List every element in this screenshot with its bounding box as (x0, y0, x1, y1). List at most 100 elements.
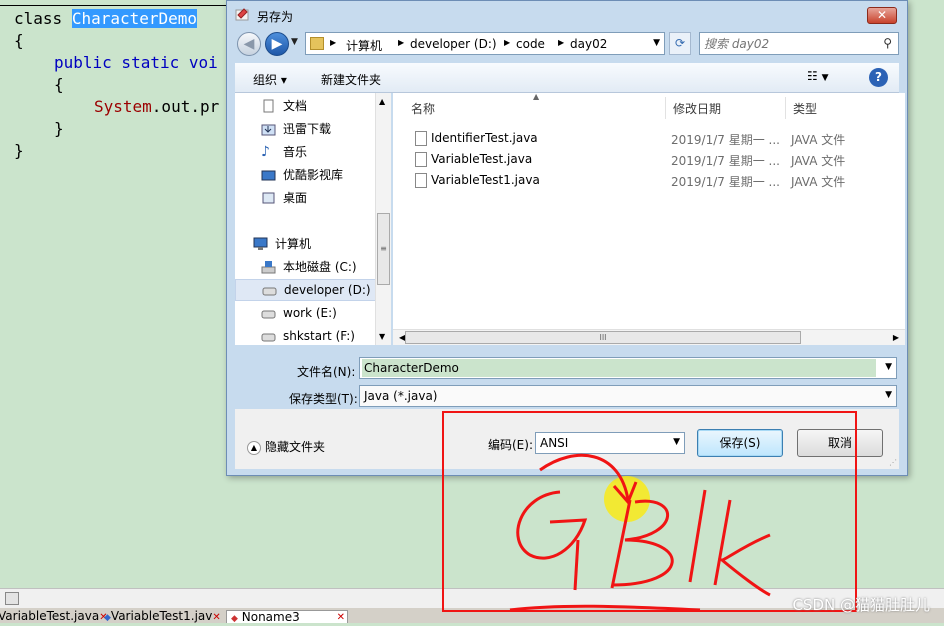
documents-icon (261, 99, 276, 113)
nav-label: 优酷影视库 (283, 168, 344, 182)
tab-label: VariableTest1.jav (110, 609, 213, 623)
column-header-date[interactable]: 修改日期 (673, 100, 721, 117)
nav-label: 计算机 (275, 237, 312, 251)
chevron-down-icon[interactable]: ▼ (673, 437, 680, 447)
file-name: IdentifierTest.java (431, 131, 538, 145)
code-line-5-rest: .out.pr (151, 97, 220, 116)
encoding-select[interactable]: ANSI ▼ (535, 432, 685, 454)
file-row[interactable]: VariableTest.java 2019/1/7 星期一 ... JAVA … (409, 150, 889, 170)
close-icon[interactable]: ✕ (212, 612, 220, 623)
tab-noname3[interactable]: ◆ Noname3 ✕ (226, 610, 348, 624)
scroll-down-icon[interactable]: ▼ (379, 332, 385, 341)
file-row[interactable]: VariableTest1.java 2019/1/7 星期一 ... JAVA… (409, 171, 889, 191)
chevron-right-icon[interactable]: ▶ (558, 38, 564, 47)
file-list-pane: 名称 ▲ 修改日期 类型 IdentifierTest.java 2019/1/… (393, 92, 905, 345)
save-button[interactable]: 保存(S) (697, 429, 783, 457)
forward-button[interactable]: ▶ (265, 32, 289, 56)
file-date: 2019/1/7 星期一 ... (671, 175, 780, 189)
back-button[interactable]: ◀ (237, 32, 261, 56)
cursor-highlight (604, 476, 650, 522)
search-input[interactable] (704, 35, 874, 52)
tab-variabletest1[interactable]: ◆VariableTest1.jav✕ (100, 609, 225, 624)
filename-label: 文件名(N): (297, 365, 356, 379)
scroll-thumb[interactable]: ≡ (377, 213, 390, 285)
code-line-1: class CharacterDemo (14, 8, 198, 30)
drive-icon (261, 306, 276, 320)
column-divider[interactable] (665, 97, 666, 119)
chevron-down-icon[interactable]: ▼ (885, 362, 892, 372)
close-icon: ✕ (876, 8, 888, 22)
help-button[interactable]: ? (869, 68, 888, 87)
history-dropdown-icon[interactable]: ▼ (291, 37, 298, 47)
file-list-scrollbar[interactable]: ◀ III ▶ (393, 329, 905, 345)
hide-folders-toggle[interactable]: ▲ 隐藏文件夹 (247, 438, 325, 455)
search-box[interactable]: ⚲ (699, 32, 899, 55)
scroll-thumb[interactable] (5, 592, 19, 605)
selected-class-name: CharacterDemo (71, 9, 198, 28)
organize-menu[interactable]: 组织 ▾ (253, 71, 287, 88)
file-type: JAVA 文件 (791, 154, 846, 168)
close-button[interactable]: ✕ (867, 7, 897, 24)
arrow-left-icon: ◀ (243, 36, 255, 52)
nav-label: 桌面 (283, 191, 308, 205)
editor-ruler (0, 0, 230, 6)
tab-label: VariableTest.java (0, 609, 100, 623)
filename-field[interactable]: CharacterDemo ▼ (359, 357, 897, 379)
keyword-class: class (14, 9, 63, 28)
drive-icon (262, 283, 277, 297)
chevron-up-icon: ▲ (247, 440, 261, 455)
breadcrumb-code[interactable]: code (516, 37, 545, 51)
address-bar[interactable]: ▶ 计算机 ▶ developer (D:) ▶ code ▶ day02 ▼ (305, 32, 665, 55)
search-icon[interactable]: ⚲ (883, 36, 892, 50)
cancel-button[interactable]: 取消 (797, 429, 883, 457)
code-line-3: public static voi (54, 53, 218, 72)
chevron-right-icon[interactable]: ▶ (398, 38, 404, 47)
filetype-select[interactable]: Java (*.java) ▼ (359, 385, 897, 407)
command-toolbar: 组织 ▾ 新建文件夹 ☷ ▼ ? (235, 63, 899, 93)
java-file-icon: ◆ (104, 613, 111, 623)
chevron-right-icon[interactable]: ▶ (330, 38, 336, 47)
chevron-down-icon[interactable]: ▼ (653, 38, 660, 48)
tab-variabletest[interactable]: VariableTest.java✕ (0, 609, 112, 624)
breadcrumb-drive[interactable]: developer (D:) (410, 37, 497, 51)
java-file-icon (415, 131, 427, 146)
dialog-titlebar[interactable]: 另存为 ✕ (227, 1, 907, 29)
scroll-thumb[interactable]: III (405, 331, 801, 344)
column-header-type[interactable]: 类型 (793, 100, 817, 117)
scroll-up-icon[interactable]: ▲ (379, 97, 385, 106)
nav-item-drive-d[interactable]: developer (D:) (235, 279, 377, 301)
refresh-button[interactable]: ⟳ (669, 32, 691, 55)
column-divider[interactable] (785, 97, 786, 119)
tab-label: Noname3 (241, 610, 300, 624)
sort-up-icon: ▲ (533, 92, 540, 101)
scroll-right-icon[interactable]: ▶ (893, 333, 899, 342)
java-file-icon (415, 152, 427, 167)
chevron-right-icon[interactable]: ▶ (504, 38, 510, 47)
list-view-icon: ☷ (807, 69, 818, 83)
save-as-dialog: 另存为 ✕ ◀ ▶ ▼ ▶ 计算机 ▶ developer (D:) ▶ cod… (226, 0, 908, 476)
encoding-value: ANSI (540, 436, 569, 450)
file-name: VariableTest.java (431, 152, 533, 166)
close-icon[interactable]: ✕ (337, 611, 345, 624)
nav-label: shkstart (F:) (283, 329, 355, 343)
windows-drive-icon (261, 260, 276, 274)
filename-input[interactable]: CharacterDemo (364, 361, 459, 375)
chevron-down-icon[interactable]: ▼ (885, 390, 892, 400)
nav-label: developer (D:) (284, 283, 371, 297)
new-folder-button[interactable]: 新建文件夹 (321, 71, 381, 88)
resize-grip-icon[interactable]: ⋰ (889, 458, 897, 467)
drive-icon (261, 329, 276, 343)
dialog-footer: ▲ 隐藏文件夹 编码(E): ANSI ▼ 保存(S) 取消 ⋰ (235, 409, 899, 469)
breadcrumb-day02[interactable]: day02 (570, 37, 607, 51)
java-file-icon (415, 173, 427, 188)
file-row[interactable]: IdentifierTest.java 2019/1/7 星期一 ... JAV… (409, 129, 889, 149)
system-class: System (94, 97, 152, 116)
view-options-button[interactable]: ☷ ▼ (807, 69, 847, 87)
file-name: VariableTest1.java (431, 173, 540, 187)
chevron-down-icon: ▼ (821, 73, 829, 83)
filetype-value: Java (*.java) (364, 389, 438, 403)
nav-scrollbar[interactable]: ▲ ≡ ▼ (375, 93, 391, 345)
breadcrumb-computer[interactable]: 计算机 (346, 37, 382, 54)
column-header-name[interactable]: 名称 (411, 100, 435, 117)
watermark: CSDN @猫猫肚肚儿 (792, 596, 930, 614)
